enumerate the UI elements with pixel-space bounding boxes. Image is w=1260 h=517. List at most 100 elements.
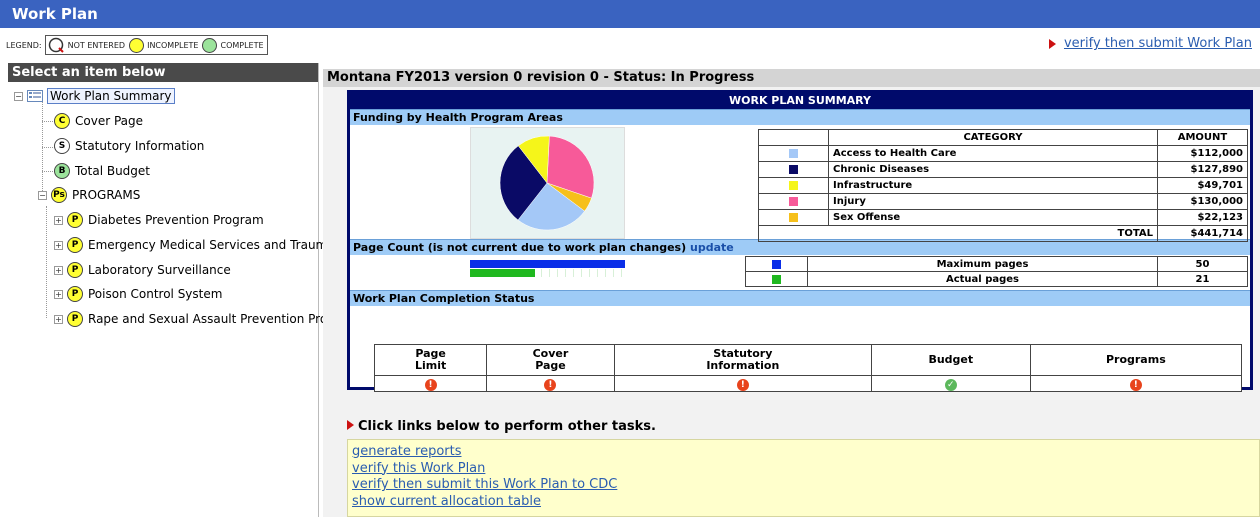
legend-incomplete-label: INCOMPLETE — [147, 40, 199, 50]
category-header: CATEGORY — [828, 129, 1158, 146]
page-title: Montana FY2013 version 0 revision 0 - St… — [323, 69, 1260, 87]
allocation-table-link[interactable]: show current allocation table — [352, 494, 1255, 511]
alert-icon: ! — [1129, 378, 1142, 391]
verify-submit-cdc-link[interactable]: verify then submit this Work Plan to CDC — [352, 477, 1255, 494]
incomplete-icon: P — [67, 262, 83, 278]
collapse-icon[interactable]: − — [38, 190, 47, 200]
legend-incomplete: INCOMPLETE — [129, 37, 199, 53]
table-row: ! ! ! ✓ ! — [373, 375, 1243, 392]
swatch-chronic — [789, 165, 798, 174]
incomplete-icon: P — [67, 311, 83, 327]
page-count-title: Page Count (is not current due to work p… — [353, 241, 687, 254]
check-icon: ✓ — [944, 378, 957, 391]
max-pages-value: 50 — [1157, 256, 1248, 272]
tree-program-laboratory[interactable]: + P Laboratory Surveillance — [54, 262, 231, 278]
tree-item-label[interactable]: Cover Page — [75, 114, 143, 128]
swatch-sex-offense — [789, 213, 798, 222]
page-count-table: Maximum pages 50 Actual pages 21 — [745, 256, 1248, 287]
incomplete-icon: P — [67, 237, 83, 253]
incomplete-icon: P — [67, 212, 83, 228]
completion-status-table: Page Limit Cover Page Statutory Information… — [373, 344, 1243, 392]
verify-work-plan-link[interactable]: verify this Work Plan — [352, 461, 1255, 478]
actual-pages-track — [470, 269, 625, 277]
expand-icon[interactable]: + — [54, 240, 63, 250]
arrow-icon — [1048, 38, 1056, 49]
expand-icon[interactable]: + — [54, 289, 63, 299]
tree-item-cover-page[interactable]: C Cover Page — [54, 113, 143, 129]
legend-not-entered-label: NOT ENTERED — [67, 40, 126, 50]
verify-submit-link[interactable]: verify then submit Work Plan — [1048, 36, 1252, 51]
incomplete-icon: C — [54, 113, 70, 129]
amount-header: AMOUNT — [1157, 129, 1248, 146]
table-row: Maximum pages 50 — [745, 256, 1248, 272]
table-row: Page Limit Cover Page Statutory Information… — [373, 344, 1243, 376]
expand-icon[interactable]: + — [54, 314, 63, 324]
tree-program-rape[interactable]: + P Rape and Sexual Assault Prevention P… — [54, 311, 340, 327]
incomplete-icon: Ps — [51, 187, 67, 203]
tree-item-label[interactable]: Rape and Sexual Assault Prevention Progr — [88, 312, 340, 326]
tree-item-total-budget[interactable]: B Total Budget — [54, 163, 150, 179]
tree-item-label[interactable]: Diabetes Prevention Program — [88, 213, 264, 227]
tree-item-statutory-information[interactable]: S Statutory Information — [54, 138, 204, 154]
swatch-actual-pages — [772, 274, 781, 284]
swatch-infrastructure — [789, 181, 798, 190]
alert-icon: ! — [544, 378, 557, 391]
category-amount: $112,000 — [1157, 145, 1248, 162]
actual-pages-bar — [470, 269, 536, 277]
alert-icon: ! — [424, 378, 437, 391]
col-page-limit: Page Limit — [373, 344, 488, 376]
expand-icon[interactable]: + — [54, 215, 63, 225]
table-row: Injury $130,000 — [758, 193, 1248, 210]
tree-root-label[interactable]: Work Plan Summary — [47, 88, 175, 104]
tree-item-label[interactable]: Emergency Medical Services and Trauma — [88, 238, 335, 252]
tree-program-diabetes[interactable]: + P Diabetes Prevention Program — [54, 212, 264, 228]
category-table: CATEGORY AMOUNT Access to Health Care $1… — [758, 129, 1248, 242]
tree-item-label[interactable]: Statutory Information — [75, 139, 204, 153]
tree-program-poison[interactable]: + P Poison Control System — [54, 286, 222, 302]
funding-pie-chart — [499, 135, 595, 231]
tree-item-label[interactable]: Poison Control System — [88, 287, 222, 301]
alert-icon: ! — [736, 378, 749, 391]
complete-icon: B — [54, 163, 70, 179]
category-amount: $130,000 — [1157, 193, 1248, 210]
tree-item-label[interactable]: PROGRAMS — [72, 188, 140, 202]
collapse-icon[interactable]: − — [14, 91, 23, 101]
expand-icon[interactable]: + — [54, 265, 63, 275]
max-pages-label: Maximum pages — [807, 256, 1158, 272]
legend-complete-label: COMPLETE — [220, 40, 264, 50]
tree-item-label[interactable]: Laboratory Surveillance — [88, 263, 231, 277]
table-row: Access to Health Care $112,000 — [758, 145, 1248, 162]
table-row: Infrastructure $49,701 — [758, 177, 1248, 194]
main-panel: Montana FY2013 version 0 revision 0 - St… — [323, 69, 1260, 517]
category-amount: $22,123 — [1157, 209, 1248, 226]
verify-submit-label: verify then submit Work Plan — [1063, 36, 1252, 51]
table-row: Sex Offense $22,123 — [758, 209, 1248, 226]
window-title: Work Plan — [0, 0, 1260, 28]
legend-complete: COMPLETE — [202, 37, 264, 53]
sidebar: Select an item below − Work Plan Summary… — [8, 63, 340, 517]
tree-item-label[interactable]: Total Budget — [75, 164, 150, 178]
legend-not-entered: NOT ENTERED — [48, 37, 125, 54]
update-link[interactable]: update — [690, 241, 734, 254]
legend-box: NOT ENTERED INCOMPLETE COMPLETE — [44, 35, 268, 55]
tree-program-ems[interactable]: + P Emergency Medical Services and Traum… — [54, 237, 335, 253]
total-amount: $441,714 — [1157, 225, 1248, 242]
table-row: Actual pages 21 — [745, 271, 1248, 287]
swatch-access — [789, 149, 798, 158]
table-row: Chronic Diseases $127,890 — [758, 161, 1248, 178]
incomplete-icon: P — [67, 286, 83, 302]
arrow-icon — [347, 420, 354, 430]
category-amount: $49,701 — [1157, 177, 1248, 194]
completion-section-header: Work Plan Completion Status — [350, 290, 1250, 306]
col-statutory: Statutory Information — [613, 344, 872, 376]
generate-reports-link[interactable]: generate reports — [352, 444, 1255, 461]
not-entered-icon — [48, 37, 64, 53]
category-name: Access to Health Care — [828, 145, 1158, 162]
tree-item-programs[interactable]: − Ps PROGRAMS — [38, 187, 140, 203]
pie-chart-box — [470, 127, 625, 239]
legend: LEGEND: NOT ENTERED INCOMPLETE COMPLETE — [6, 35, 268, 55]
col-programs: Programs — [1029, 344, 1243, 376]
incomplete-icon — [129, 37, 145, 53]
tree-root[interactable]: − Work Plan Summary — [14, 88, 175, 104]
links-header-label: Click links below to perform other tasks… — [358, 419, 656, 434]
